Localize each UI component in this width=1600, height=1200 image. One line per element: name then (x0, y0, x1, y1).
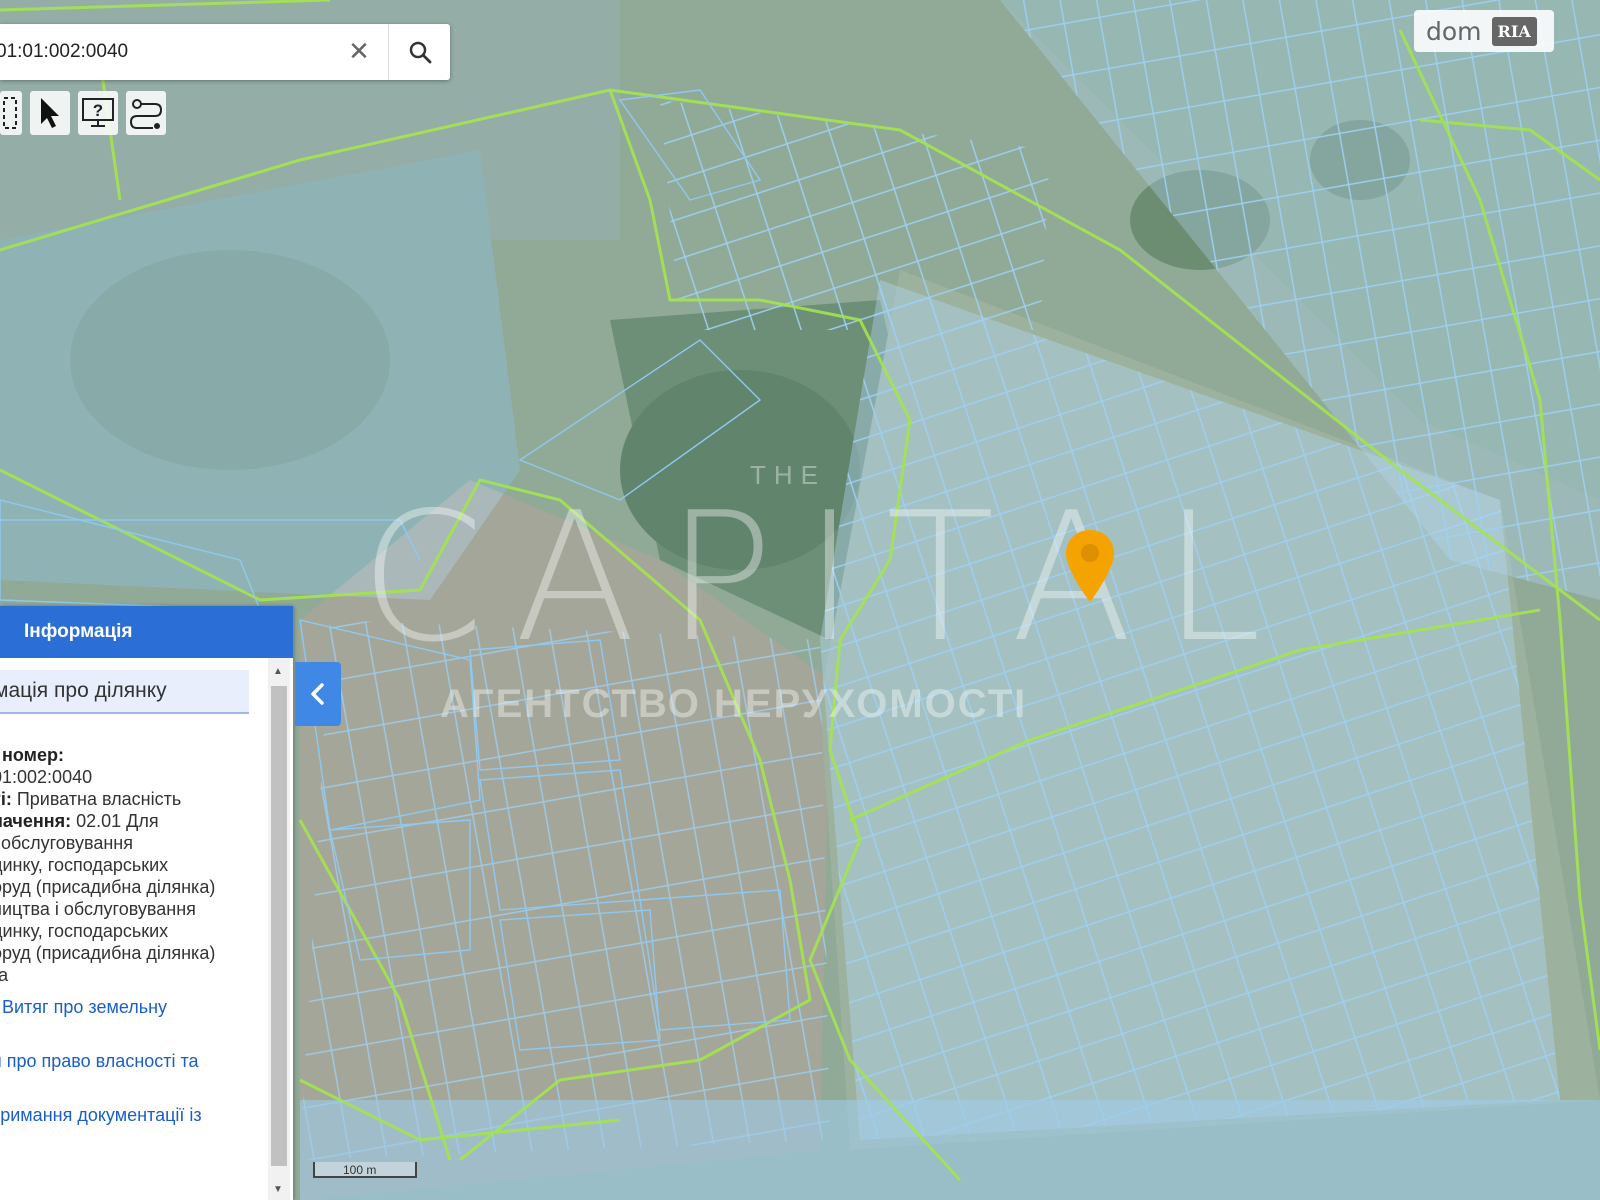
route-icon (129, 99, 163, 129)
scale-bar: 100 m (313, 1162, 417, 1184)
measure-icon (3, 97, 17, 129)
logo-dom-text: dom (1426, 16, 1482, 46)
info-panel-scrollbar[interactable]: ▲ ▼ (268, 658, 290, 1200)
measure-tool[interactable] (0, 91, 22, 135)
help-monitor-icon: ? (82, 98, 114, 127)
info-panel-header: Інформація (0, 606, 293, 658)
purpose-value: 02.01 Для (71, 811, 159, 831)
close-icon: ✕ (348, 36, 370, 66)
ownership-value: Приватна власність (11, 789, 182, 809)
svg-text:?: ? (93, 101, 103, 120)
link-documentation[interactable]: тримання документації із (0, 1104, 268, 1126)
search-box: ✕ (0, 24, 450, 80)
link-land-extract[interactable]: Витяг про земельну (2, 996, 268, 1018)
dom-ria-logo: dom RIA (1414, 10, 1554, 52)
purpose-line: ництва і обслуговування (0, 899, 196, 919)
purpose-line: оруд (присадибна ділянка) (0, 943, 216, 963)
pointer-tool[interactable] (30, 91, 70, 135)
cadastral-search-input[interactable] (0, 24, 336, 80)
parcel-info-subheader[interactable]: мація про ділянку (0, 670, 249, 714)
cadastral-value: 01:002:0040 (0, 767, 93, 787)
chevron-left-icon (311, 683, 324, 705)
purpose-line: динку, господарських (0, 921, 169, 941)
help-tool[interactable]: ? (78, 91, 118, 135)
purpose-line: динку, господарських (0, 855, 169, 875)
purpose-line: оруд (присадибна ділянка) (0, 877, 216, 897)
search-button[interactable] (388, 24, 451, 80)
cadastral-label: і номер: (0, 745, 64, 765)
map-toolbar: ? (0, 88, 166, 138)
collapse-panel-button[interactable] (295, 662, 341, 726)
clear-search-button[interactable]: ✕ (342, 36, 376, 68)
info-panel-body: мація про ділянку і номер: 01:002:0040 т… (0, 658, 268, 1200)
area-line: га (0, 965, 9, 985)
scale-label: 100 m (343, 1163, 377, 1177)
ownership-label: ті: (0, 789, 12, 809)
scroll-down-icon[interactable]: ▼ (273, 1184, 283, 1195)
location-pin-icon[interactable] (1064, 528, 1116, 604)
search-icon (409, 41, 432, 64)
info-panel: Інформація мація про ділянку і номер: 01… (0, 606, 293, 1200)
scroll-up-icon[interactable]: ▲ (273, 666, 283, 677)
purpose-line: і обслуговування (0, 833, 133, 853)
scroll-thumb[interactable] (271, 686, 287, 1166)
parcel-info-text: і номер: 01:002:0040 ті: Приватна власні… (0, 744, 268, 1126)
link-ownership-info[interactable]: я про право власності та (0, 1050, 268, 1072)
route-tool[interactable] (126, 91, 166, 135)
pointer-icon (41, 98, 59, 128)
purpose-label: начення: (0, 811, 72, 831)
logo-ria-text: RIA (1491, 16, 1537, 46)
